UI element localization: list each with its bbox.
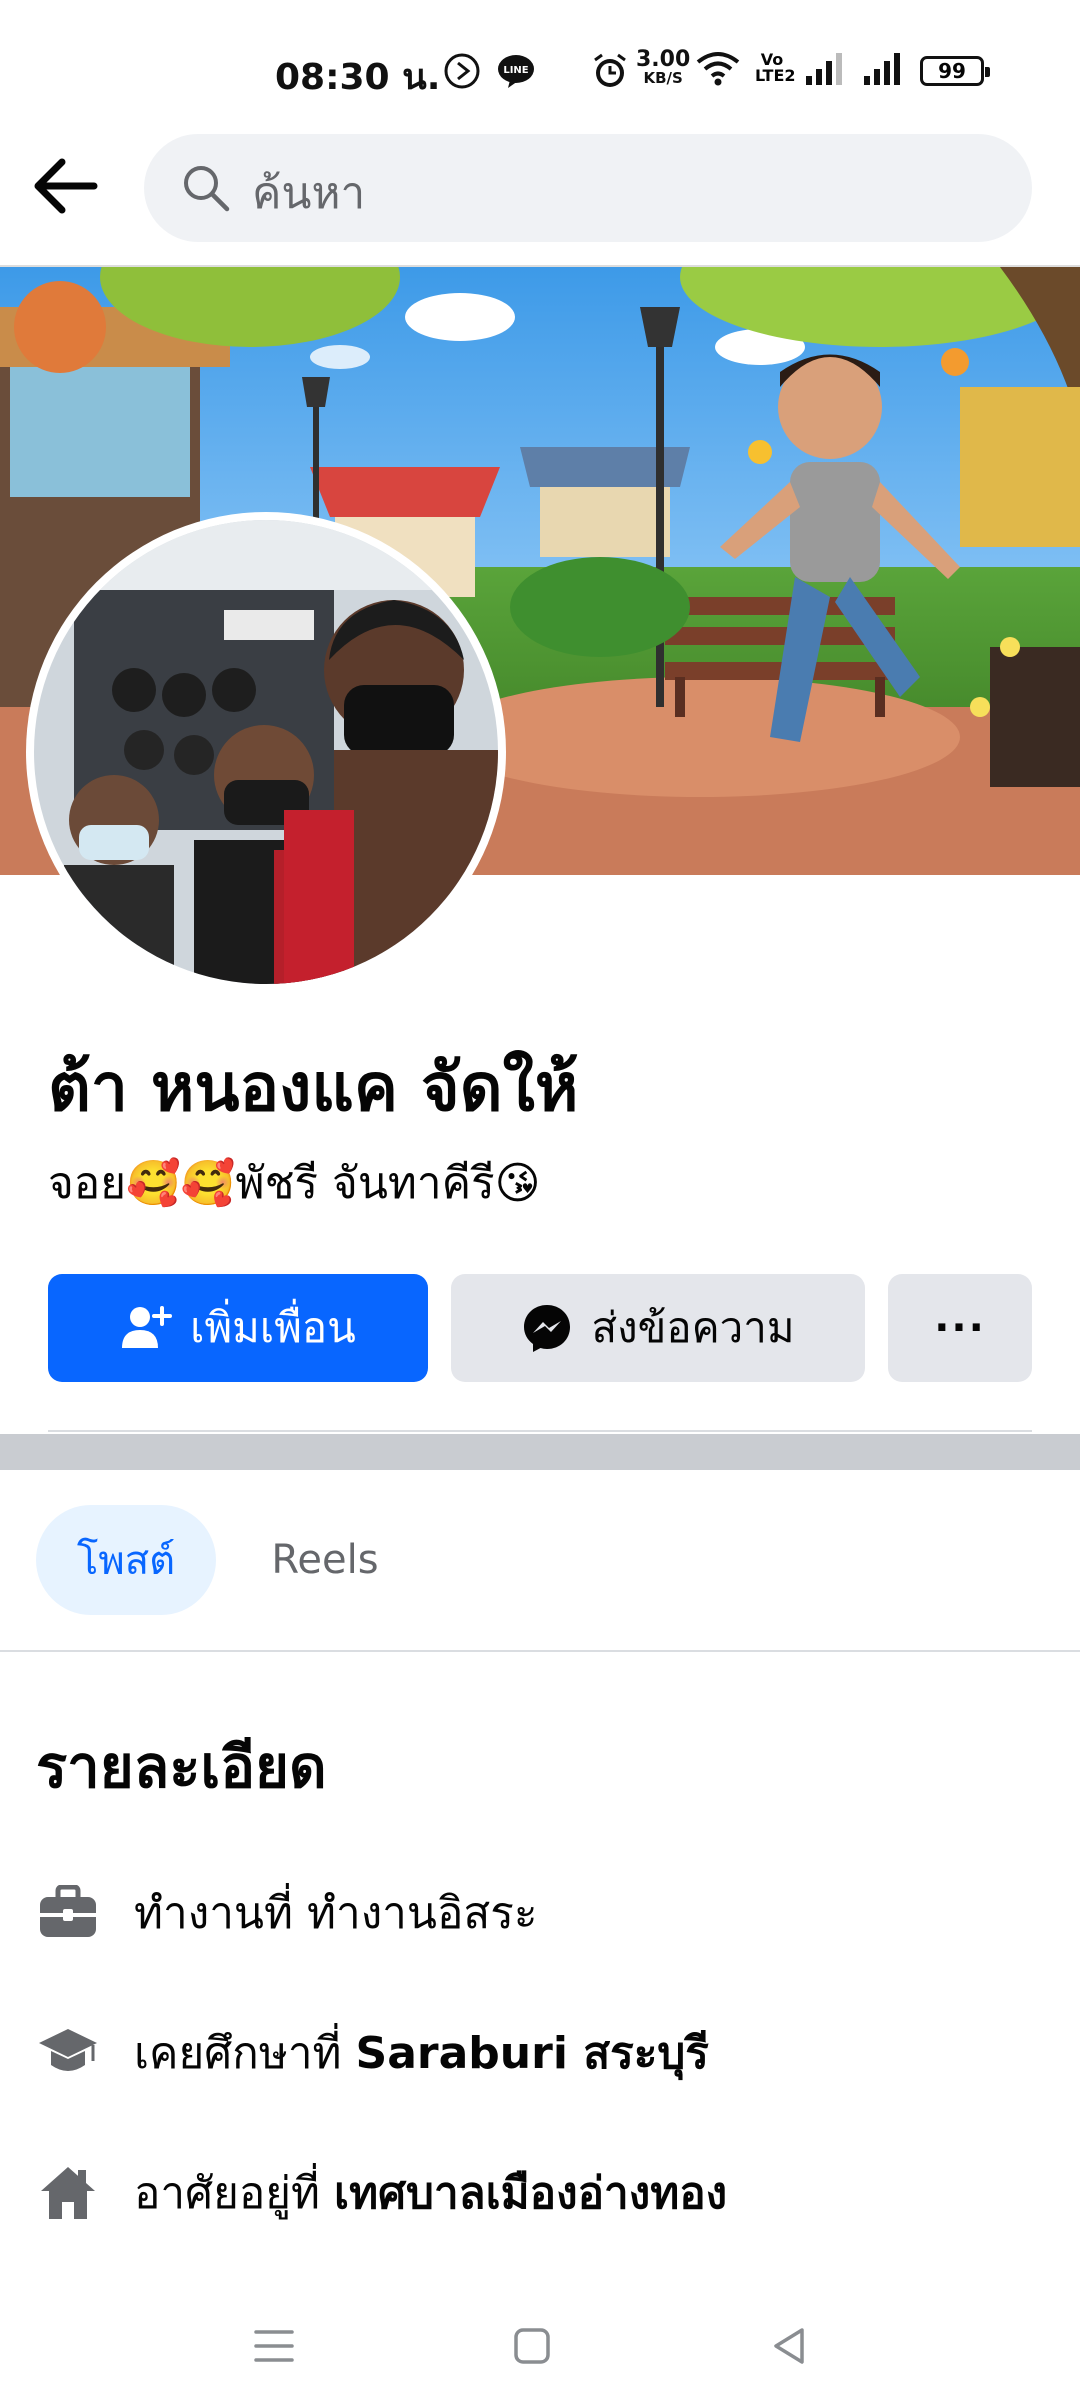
divider bbox=[0, 1650, 1080, 1652]
triangle-back-icon bbox=[774, 2328, 804, 2364]
tab-posts-label: โพสต์ bbox=[76, 1538, 176, 1584]
add-friend-label: เพิ่มเพื่อน bbox=[190, 1303, 356, 1352]
add-person-icon bbox=[122, 1306, 173, 1348]
battery-indicator: 99 bbox=[920, 56, 990, 86]
tab-posts[interactable]: โพสต์ bbox=[36, 1505, 216, 1615]
detail-education: เคยศึกษาที่ Saraburi สระบุรี bbox=[36, 2013, 1036, 2093]
house-icon bbox=[36, 2161, 100, 2225]
add-friend-button[interactable]: เพิ่มเพื่อน bbox=[48, 1274, 428, 1382]
line-app-icon: LINE bbox=[496, 52, 536, 94]
more-options-button[interactable]: ··· bbox=[888, 1274, 1032, 1382]
profile-picture[interactable] bbox=[26, 512, 506, 992]
search-placeholder: ค้นหา bbox=[252, 168, 366, 219]
volte-indicator: Vo LTE2 bbox=[755, 50, 796, 85]
recent-apps-button[interactable] bbox=[234, 2306, 314, 2386]
back-nav-button[interactable] bbox=[750, 2306, 830, 2386]
network-speed-value: 3.00 bbox=[636, 47, 691, 72]
back-button[interactable] bbox=[30, 150, 114, 234]
divider bbox=[48, 1430, 1032, 1432]
message-label: ส่งข้อความ bbox=[591, 1303, 795, 1352]
details-heading: รายละเอียด bbox=[36, 1733, 327, 1801]
messenger-icon bbox=[524, 1305, 571, 1352]
network-speed: 3.00 KB/S bbox=[636, 47, 691, 88]
search-input[interactable]: ค้นหา bbox=[144, 134, 1032, 242]
detail-education-value[interactable]: Saraburi สระบุรี bbox=[356, 2028, 709, 2079]
svg-text:LINE: LINE bbox=[503, 65, 528, 76]
detail-home-value[interactable]: เทศบาลเมืองอ่างทอง bbox=[334, 2168, 727, 2219]
signal-sim1-icon bbox=[804, 52, 844, 90]
graduation-cap-icon bbox=[36, 2021, 100, 2085]
system-navigation-bar bbox=[0, 2290, 1080, 2400]
wifi-icon bbox=[696, 50, 740, 92]
section-separator bbox=[0, 1434, 1080, 1470]
home-button[interactable] bbox=[492, 2306, 572, 2386]
message-button[interactable]: ส่งข้อความ bbox=[451, 1274, 865, 1382]
home-square-icon bbox=[514, 2328, 550, 2364]
detail-work-value: ทำงานอิสระ bbox=[306, 1888, 538, 1939]
briefcase-icon bbox=[36, 1881, 100, 1945]
detail-work-prefix: ทำงานที่ bbox=[134, 1888, 307, 1939]
navigation-app-icon bbox=[443, 52, 481, 94]
arrow-left-icon bbox=[34, 158, 98, 214]
detail-work: ทำงานที่ ทำงานอิสระ bbox=[36, 1873, 1036, 1953]
search-icon bbox=[180, 162, 232, 218]
tab-reels-label: Reels bbox=[271, 1537, 379, 1583]
status-time: 08:30 น. bbox=[275, 57, 441, 98]
more-options-icon: ··· bbox=[934, 1305, 986, 1351]
network-speed-unit: KB/S bbox=[643, 69, 683, 87]
menu-icon bbox=[254, 2330, 294, 2362]
detail-home: อาศัยอยู่ที่ เทศบาลเมืองอ่างทอง bbox=[36, 2153, 1036, 2233]
detail-home-prefix: อาศัยอยู่ที่ bbox=[134, 2168, 335, 2219]
status-bar: 08:30 น. LINE 3.00 KB/S Vo LTE2 99 bbox=[0, 0, 1080, 130]
profile-name: ต้า หนองแค จัดให้ bbox=[48, 1049, 579, 1126]
profile-bio: จอย🥰🥰พัชรี จันทาคีรี😘 bbox=[48, 1158, 541, 1209]
detail-education-prefix: เคยศึกษาที่ bbox=[134, 2028, 356, 2079]
signal-sim2-icon bbox=[862, 52, 902, 90]
tab-reels[interactable]: Reels bbox=[250, 1505, 400, 1615]
alarm-icon bbox=[592, 52, 628, 94]
